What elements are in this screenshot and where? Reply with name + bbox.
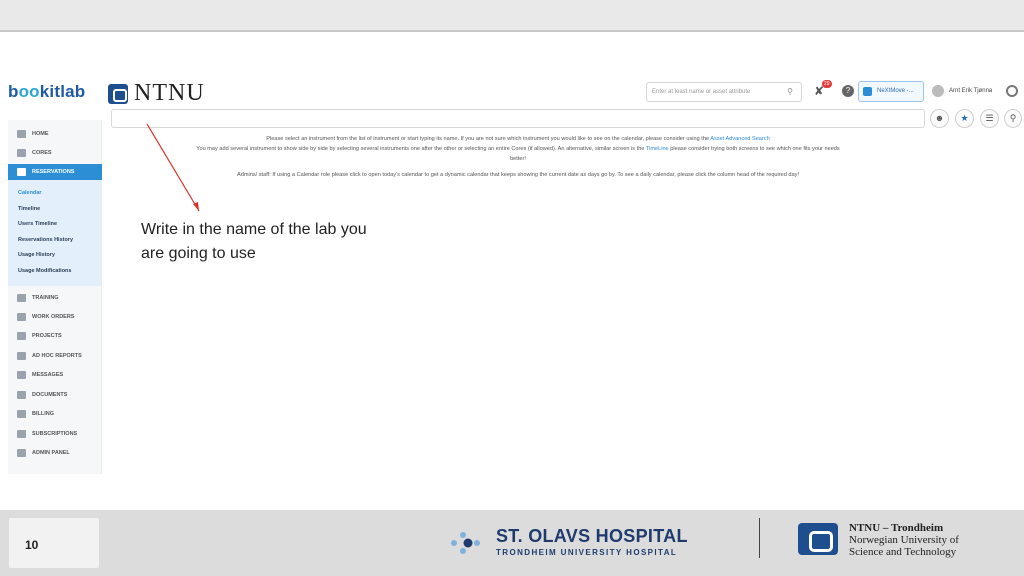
- help-icon[interactable]: ?: [842, 85, 854, 97]
- asset-advanced-search-link[interactable]: Asset Advanced Search: [710, 136, 769, 142]
- footer-divider: [759, 518, 760, 558]
- list-button[interactable]: ☰: [980, 109, 999, 128]
- sidebar-item-documents[interactable]: DOCUMENTS: [8, 387, 102, 403]
- search-icon[interactable]: ⚲: [787, 87, 793, 96]
- submenu-users-timeline[interactable]: Users Timeline: [18, 221, 57, 227]
- user-name[interactable]: Arnt Erik Tjønna: [949, 88, 992, 94]
- ntnu-footer-text: NTNU – Trondheim Norwegian University of…: [849, 522, 959, 558]
- invoice-icon: [17, 410, 26, 418]
- sidebar: HOME CORES RESERVATIONS Calendar Timelin…: [8, 120, 102, 474]
- calendar-help-text: Please select an instrument from the lis…: [112, 134, 924, 180]
- submenu-usage-history[interactable]: Usage History: [18, 252, 55, 258]
- bookitlab-logo[interactable]: bookitlab: [8, 82, 85, 102]
- logout-icon[interactable]: [1006, 85, 1018, 97]
- notifications-button[interactable]: ✘ 29: [814, 80, 832, 98]
- slide-footer: 10 ST. OLAVS HOSPITAL TRONDHEIM UNIVERSI…: [0, 510, 1024, 576]
- group-icon: [863, 87, 872, 96]
- calendar-icon: [17, 168, 26, 176]
- advanced-search-button[interactable]: ⚲: [1004, 109, 1022, 128]
- app-screenshot: bookitlab NTNU Enter at least name or as…: [0, 72, 1024, 482]
- sidebar-item-home[interactable]: HOME: [8, 126, 102, 142]
- favorites-button[interactable]: ★: [955, 109, 974, 128]
- home-icon: [17, 130, 26, 138]
- ntnu-footer-line-2: Norwegian University of: [849, 534, 959, 546]
- sidebar-item-ad-hoc-reports[interactable]: AD HOC REPORTS: [8, 348, 102, 364]
- hospital-name: ST. OLAVS HOSPITAL: [496, 526, 688, 546]
- top-bar: [0, 0, 1024, 32]
- group-selector-label: NeXtMove -...: [877, 88, 914, 94]
- asset-search-placeholder: Enter at least name or asset attribute: [652, 89, 751, 95]
- asset-search-input[interactable]: Enter at least name or asset attribute ⚲: [646, 82, 802, 102]
- submenu-usage-modifications[interactable]: Usage Modifications: [18, 268, 71, 274]
- user-settings-button[interactable]: ☻: [930, 109, 949, 128]
- user-avatar-icon[interactable]: [932, 85, 944, 97]
- hospital-subtitle: TRONDHEIM UNIVERSITY HOSPITAL: [496, 548, 678, 557]
- sidebar-item-admin-panel[interactable]: ADMIN PANEL: [8, 445, 102, 461]
- ntnu-footer-logo-icon: [798, 523, 838, 555]
- submenu-timeline[interactable]: Timeline: [18, 206, 40, 212]
- help-line-1: Please select an instrument from the lis…: [266, 136, 770, 142]
- ntnu-footer-line-3: Science and Technology: [849, 546, 957, 558]
- sidebar-item-billing[interactable]: BILLING: [8, 406, 102, 422]
- database-icon: [17, 149, 26, 157]
- documents-icon: [17, 391, 26, 399]
- sidebar-item-messages[interactable]: MESSAGES: [8, 367, 102, 383]
- help-line-3: better!: [510, 156, 526, 162]
- chart-icon: [17, 352, 26, 360]
- help-line-2: You may add several instrument to show s…: [196, 146, 840, 152]
- annotation-line-1: Write in the name of the lab you: [141, 221, 367, 238]
- sidebar-item-reservations[interactable]: RESERVATIONS: [8, 164, 102, 180]
- sidebar-item-cores[interactable]: CORES: [8, 145, 102, 161]
- help-line-4: Admins/ staff: If using a Calendar role …: [236, 172, 800, 178]
- page-number: 10: [25, 538, 39, 552]
- sidebar-item-subscriptions[interactable]: SUBSCRIPTIONS: [8, 426, 102, 442]
- page-number-box: 10: [9, 518, 99, 568]
- folder-icon: [17, 313, 26, 321]
- tag-icon: [17, 332, 26, 340]
- timeline-link[interactable]: TimeLine: [646, 146, 669, 152]
- reservations-submenu: Calendar Timeline Users Timeline Reserva…: [8, 180, 102, 286]
- ntnu-footer-line-1: NTNU – Trondheim: [849, 522, 944, 534]
- sidebar-item-projects[interactable]: PROJECTS: [8, 328, 102, 344]
- megaphone-icon: [17, 371, 26, 379]
- instrument-search-input[interactable]: [111, 109, 925, 128]
- submenu-calendar[interactable]: Calendar: [18, 190, 42, 196]
- ntnu-wordmark: NTNU: [134, 80, 205, 106]
- st-olavs-dots-icon: [451, 532, 480, 554]
- ntnu-logo-icon: [108, 83, 128, 104]
- dumbbell-icon: [17, 294, 26, 302]
- annotation-line-2: are going to use: [141, 245, 256, 262]
- group-selector[interactable]: NeXtMove -...: [858, 81, 924, 102]
- card-icon: [17, 430, 26, 438]
- submenu-reservations-history[interactable]: Reservations History: [18, 237, 73, 243]
- annotation-text: Write in the name of the lab you are goi…: [141, 218, 431, 266]
- ntnu-logo: NTNU: [108, 80, 205, 107]
- gear-icon: [17, 449, 26, 457]
- notification-badge: 29: [822, 80, 832, 88]
- sidebar-item-training[interactable]: TRAINING: [8, 290, 102, 306]
- sidebar-item-work-orders[interactable]: WORK ORDERS: [8, 309, 102, 325]
- slide: bookitlab NTNU Enter at least name or as…: [0, 0, 1024, 576]
